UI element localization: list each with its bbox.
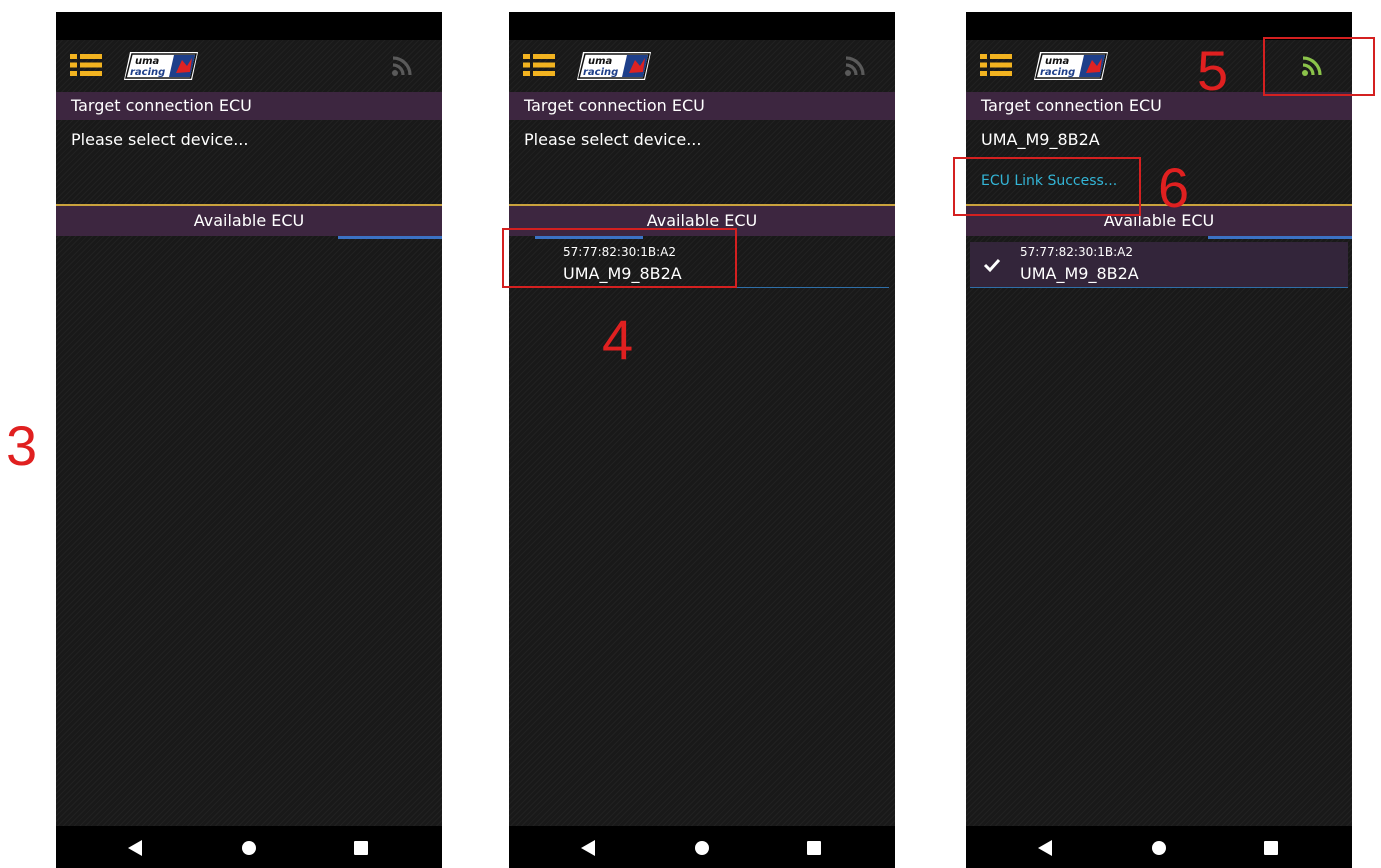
svg-text:racing: racing: [583, 67, 618, 78]
available-ecu-header: Available ECU: [56, 204, 442, 236]
status-bar: [509, 12, 895, 40]
nav-home-icon[interactable]: [242, 841, 256, 855]
top-bar: uma racing: [509, 40, 895, 90]
svg-text:racing: racing: [1040, 67, 1075, 78]
target-connection-header: Target connection ECU: [966, 92, 1352, 120]
uma-racing-logo: uma racing: [1034, 52, 1108, 80]
phone-screen-3: uma racing Target connection ECU UMA_M9_…: [966, 12, 1352, 868]
top-bar: uma racing: [56, 40, 442, 90]
target-device-value: UMA_M9_8B2A: [981, 130, 1100, 149]
status-bar: [966, 12, 1352, 40]
phone-screen-2: uma racing Target connection ECU Please …: [509, 12, 895, 868]
target-device-value: Please select device...: [71, 130, 249, 149]
android-nav-bar: [966, 826, 1352, 868]
menu-list-icon[interactable]: [70, 54, 102, 76]
highlight-box-device: [502, 228, 737, 288]
menu-list-icon[interactable]: [523, 54, 555, 76]
target-device-value: Please select device...: [524, 130, 702, 149]
svg-text:racing: racing: [130, 67, 165, 78]
step-5-label: 5: [1197, 39, 1229, 102]
nav-recent-icon[interactable]: [807, 841, 821, 855]
device-name: UMA_M9_8B2A: [1020, 264, 1139, 283]
nav-recent-icon[interactable]: [354, 841, 368, 855]
scan-progress-bar: [1208, 236, 1352, 239]
nav-home-icon[interactable]: [1152, 841, 1166, 855]
highlight-box-wifi: [1263, 37, 1375, 96]
step-6-label: 6: [1158, 156, 1190, 219]
ecu-device-item-selected[interactable]: 57:77:82:30:1B:A2 UMA_M9_8B2A: [970, 242, 1348, 288]
android-nav-bar: [56, 826, 442, 868]
status-bar: [56, 12, 442, 40]
target-connection-header: Target connection ECU: [56, 92, 442, 120]
android-nav-bar: [509, 826, 895, 868]
highlight-box-status: [953, 157, 1141, 216]
nav-back-icon[interactable]: [128, 840, 142, 856]
check-icon: [983, 258, 1001, 273]
nav-recent-icon[interactable]: [1264, 841, 1278, 855]
svg-text:uma: uma: [1045, 56, 1070, 67]
scan-progress-bar: [338, 236, 442, 239]
step-3-label: 3: [6, 414, 38, 477]
step-4-label: 4: [602, 308, 634, 371]
phone-screen-1: uma racing Target connection ECU Please …: [56, 12, 442, 868]
wifi-signal-icon[interactable]: [391, 55, 413, 77]
uma-racing-logo: uma racing: [577, 52, 651, 80]
svg-text:uma: uma: [588, 56, 613, 67]
wifi-signal-icon[interactable]: [844, 55, 866, 77]
uma-racing-logo: uma racing: [124, 52, 198, 80]
target-connection-header: Target connection ECU: [509, 92, 895, 120]
device-mac-address: 57:77:82:30:1B:A2: [1020, 245, 1134, 259]
nav-home-icon[interactable]: [695, 841, 709, 855]
nav-back-icon[interactable]: [1038, 840, 1052, 856]
nav-back-icon[interactable]: [581, 840, 595, 856]
svg-text:uma: uma: [135, 56, 160, 67]
menu-list-icon[interactable]: [980, 54, 1012, 76]
